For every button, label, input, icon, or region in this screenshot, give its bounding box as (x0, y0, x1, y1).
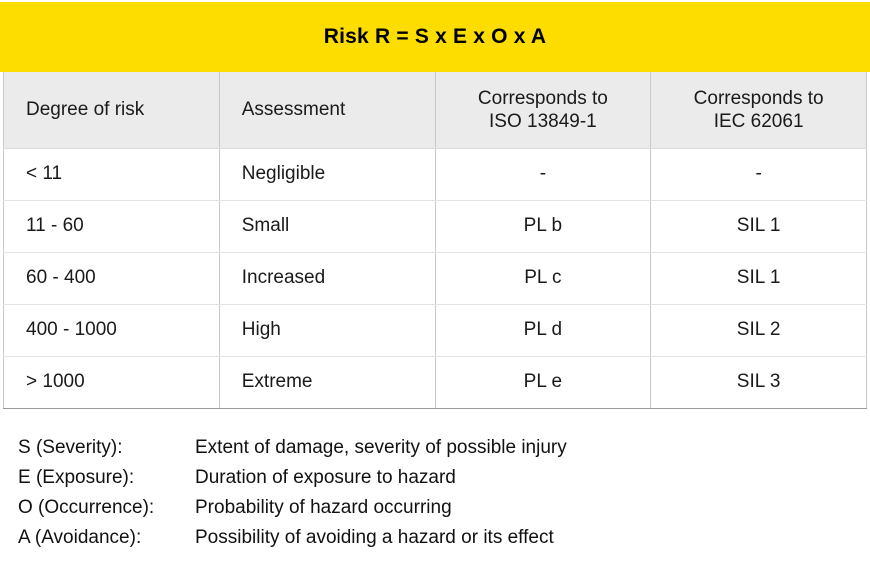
legend-term: O (Occurrence): (18, 497, 155, 518)
cell-assessment: Negligible (218, 148, 436, 201)
cell-iso-level: PL e (434, 356, 652, 409)
legend: S (Severity): Extent of damage, severity… (18, 437, 848, 557)
cell-assessment: Extreme (218, 356, 436, 409)
cell-assessment: Small (218, 200, 436, 253)
table-header: Degree of risk Assessment Corresponds to… (3, 72, 867, 149)
risk-assessment-figure: Risk R = S x E x O x A Degree of risk As… (0, 0, 870, 579)
cell-degree-of-risk: < 11 (3, 148, 220, 201)
cell-iec-level: SIL 1 (650, 200, 867, 253)
table-row: > 1000 Extreme PL e SIL 3 (3, 356, 867, 409)
cell-iso-level: PL b (434, 200, 652, 253)
risk-formula-title: Risk R = S x E x O x A (323, 25, 547, 48)
legend-item-severity: S (Severity): Extent of damage, severity… (18, 437, 848, 467)
table-row: 60 - 400 Increased PL c SIL 1 (3, 252, 867, 305)
legend-description: Extent of damage, severity of possible i… (195, 437, 567, 458)
legend-description: Possibility of avoiding a hazard or its … (195, 527, 554, 548)
column-header-iec-line2: IEC 62061 (713, 110, 804, 132)
cell-iec-level: SIL 1 (650, 252, 867, 305)
cell-iec-level: - (650, 148, 867, 201)
cell-iso-level: - (434, 148, 652, 201)
cell-assessment: High (218, 304, 436, 357)
risk-formula-banner: Risk R = S x E x O x A (0, 2, 870, 72)
column-header-degree-of-risk: Degree of risk (3, 72, 220, 149)
cell-iso-level: PL d (434, 304, 652, 357)
table-header-row: Degree of risk Assessment Corresponds to… (3, 72, 867, 149)
legend-item-occurrence: O (Occurrence): Probability of hazard oc… (18, 497, 848, 527)
legend-item-avoidance: A (Avoidance): Possibility of avoiding a… (18, 527, 848, 557)
column-header-iso-line1: Corresponds to (477, 87, 608, 109)
legend-term: E (Exposure): (18, 467, 135, 488)
table-body: < 11 Negligible - - 11 - 60 Small PL b S… (3, 148, 867, 409)
cell-iso-level: PL c (434, 252, 652, 305)
column-header-iso-13849-1: Corresponds to ISO 13849-1 (434, 72, 652, 149)
cell-degree-of-risk: 60 - 400 (3, 252, 220, 305)
table-row: 11 - 60 Small PL b SIL 1 (3, 200, 867, 253)
cell-iec-level: SIL 3 (650, 356, 867, 409)
risk-degree-table: Degree of risk Assessment Corresponds to… (3, 72, 867, 409)
column-header-iso-line2: ISO 13849-1 (489, 110, 597, 132)
legend-description: Probability of hazard occurring (195, 497, 452, 518)
legend-item-exposure: E (Exposure): Duration of exposure to ha… (18, 467, 848, 497)
legend-description: Duration of exposure to hazard (195, 467, 456, 488)
cell-degree-of-risk: > 1000 (3, 356, 220, 409)
cell-degree-of-risk: 11 - 60 (3, 200, 220, 253)
column-header-iec-line1: Corresponds to (693, 87, 824, 109)
cell-iec-level: SIL 2 (650, 304, 867, 357)
cell-assessment: Increased (218, 252, 436, 305)
table-row: 400 - 1000 High PL d SIL 2 (3, 304, 867, 357)
column-header-iec-62061: Corresponds to IEC 62061 (650, 72, 867, 149)
legend-term: S (Severity): (18, 437, 123, 458)
column-header-assessment: Assessment (218, 72, 436, 149)
cell-degree-of-risk: 400 - 1000 (3, 304, 220, 357)
table-row: < 11 Negligible - - (3, 148, 867, 201)
legend-term: A (Avoidance): (18, 527, 142, 548)
